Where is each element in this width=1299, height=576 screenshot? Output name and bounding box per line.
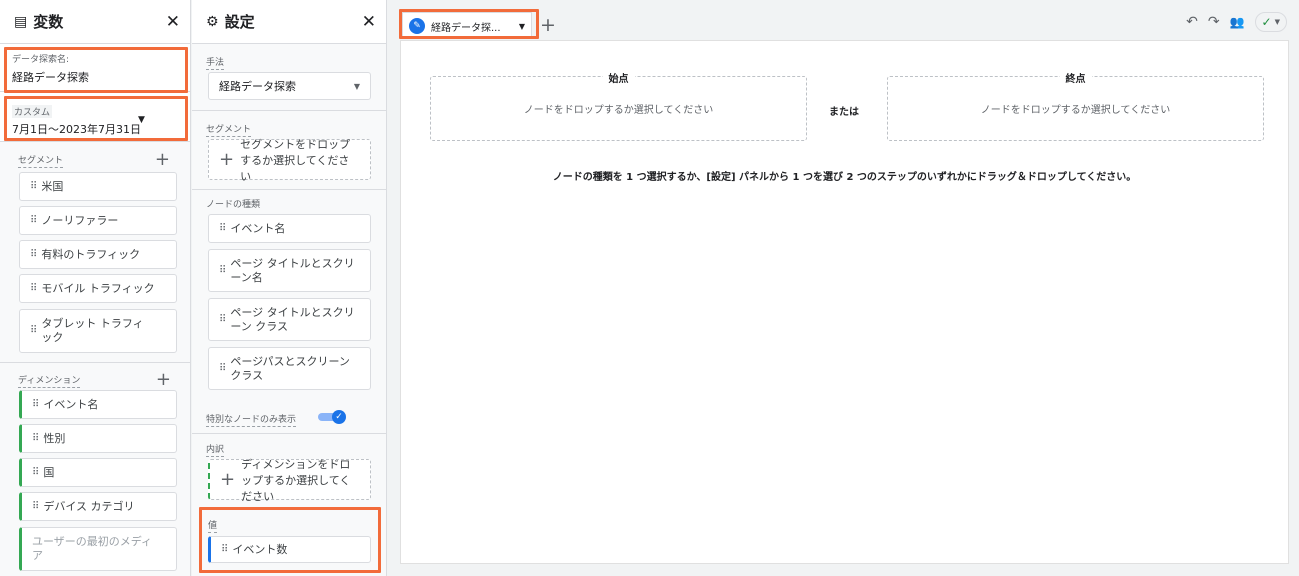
or-label: または xyxy=(829,107,859,118)
divider xyxy=(192,189,386,190)
drag-handle-icon[interactable]: ⠿ xyxy=(30,180,37,194)
redo-icon[interactable]: ↷ xyxy=(1208,14,1220,30)
check-icon: ✓ xyxy=(332,410,346,424)
value-item[interactable]: ⠿ イベント数 xyxy=(208,536,371,563)
exploration-canvas: 始点 ノードをドロップするか選択してください または 終点 ノードをドロップする… xyxy=(400,40,1289,564)
drag-handle-icon[interactable]: ⠿ xyxy=(30,282,37,296)
chevron-down-icon: ▼ xyxy=(353,81,360,91)
drag-handle-icon[interactable]: ⠿ xyxy=(32,466,39,480)
drag-handle-icon[interactable]: ⠿ xyxy=(32,432,39,446)
dimension-item[interactable]: ユーザーの最初のメディア xyxy=(19,527,177,571)
drag-handle-icon[interactable]: ⠿ xyxy=(219,362,226,376)
segment-item[interactable]: ⠿ タブレット トラフィック xyxy=(19,309,177,353)
divider xyxy=(192,433,386,434)
technique-select[interactable]: 経路データ探索 ▼ xyxy=(208,72,371,100)
toolbar: ↶ ↷ 👥 ✓ ▼ xyxy=(1186,12,1287,32)
drag-handle-icon[interactable]: ⠿ xyxy=(32,398,39,412)
segment-item[interactable]: ⠿ 米国 xyxy=(19,172,177,201)
segment-item[interactable]: ⠿ モバイル トラフィック xyxy=(19,274,177,303)
segment-item[interactable]: ⠿ 有料のトラフィック xyxy=(19,240,177,269)
segment-item[interactable]: ⠿ ノーリファラー xyxy=(19,206,177,235)
end-node-drop-zone[interactable]: 終点 ノードをドロップするか選択してください xyxy=(887,70,1264,141)
divider xyxy=(192,110,386,111)
dimensions-section-header: ディメンション + xyxy=(18,369,171,390)
undo-icon[interactable]: ↶ xyxy=(1186,14,1198,30)
node-type-item[interactable]: ⠿ ページパスとスクリーン クラス xyxy=(208,347,371,390)
settings-header: ⚙ 設定 ✕ xyxy=(192,0,386,44)
share-icon[interactable]: 👥 xyxy=(1230,15,1245,29)
drag-handle-icon[interactable]: ⠿ xyxy=(219,264,226,278)
settings-title: ⚙ 設定 xyxy=(206,13,255,31)
drag-handle-icon[interactable]: ⠿ xyxy=(219,222,226,236)
node-type-item[interactable]: ⠿ ページ タイトルとスクリーン クラス xyxy=(208,298,371,341)
instruction-text: ノードの種類を 1 つ選択するか、[設定] パネルから 1 つを選び 2 つのス… xyxy=(552,172,1137,183)
segment-drop-zone[interactable]: + セグメントをドロップするか選択してください xyxy=(208,138,371,183)
chevron-down-icon: ▼ xyxy=(1274,18,1280,26)
close-icon[interactable]: ✕ xyxy=(166,12,180,32)
tab-exploration[interactable]: ✎ 経路データ探... ▼ xyxy=(402,12,532,39)
node-type-item[interactable]: ⠿ ページ タイトルとスクリーン名 xyxy=(208,249,371,292)
gear-icon: ⚙ xyxy=(206,13,219,30)
dimension-item[interactable]: ⠿ イベント名 xyxy=(19,390,177,419)
add-dimension-button[interactable]: + xyxy=(156,371,171,389)
variables-icon: ▤ xyxy=(14,13,28,30)
drag-handle-icon[interactable]: ⠿ xyxy=(221,543,228,557)
chevron-down-icon[interactable]: ▼ xyxy=(519,22,525,31)
drag-handle-icon[interactable]: ⠿ xyxy=(30,248,37,262)
status-check-button[interactable]: ✓ ▼ xyxy=(1254,12,1287,32)
drag-handle-icon[interactable]: ⠿ xyxy=(30,324,37,338)
plus-icon: + xyxy=(220,469,236,490)
drag-handle-icon[interactable]: ⠿ xyxy=(30,214,37,228)
dimension-item[interactable]: ⠿ デバイス カテゴリ xyxy=(19,492,177,521)
dimension-item[interactable]: ⠿ 国 xyxy=(19,458,177,487)
plus-icon: + xyxy=(219,149,235,170)
variables-header: ▤ 変数 ✕ xyxy=(0,0,190,44)
drag-handle-icon[interactable]: ⠿ xyxy=(219,313,226,327)
settings-panel: ⚙ 設定 ✕ 手法 経路データ探索 ▼ セグメント + セグメントをドロップする… xyxy=(192,0,387,576)
app-root: ▤ 変数 ✕ データ探索名: 経路データ探索 カスタム 7月1日～2023年7月… xyxy=(0,0,1299,576)
start-node-drop-zone[interactable]: 始点 ノードをドロップするか選択してください xyxy=(430,70,807,141)
check-circle-icon: ✓ xyxy=(1261,15,1272,29)
add-tab-button[interactable]: + xyxy=(540,14,556,36)
drag-handle-icon[interactable]: ⠿ xyxy=(32,500,39,514)
exploration-name-field[interactable]: データ探索名: 経路データ探索 xyxy=(0,44,190,92)
exploration-name-value: 経路データ探索 xyxy=(12,71,89,84)
unique-nodes-toggle[interactable]: ✓ xyxy=(318,410,346,424)
dimension-item[interactable]: ⠿ 性別 xyxy=(19,424,177,453)
tab-bar: ✎ 経路データ探... ▼ + ↶ ↷ 👥 ✓ ▼ xyxy=(392,0,1299,40)
date-range-selector[interactable]: カスタム 7月1日～2023年7月31日 ▼ xyxy=(0,92,190,142)
pencil-icon[interactable]: ✎ xyxy=(409,18,425,34)
variables-panel: ▤ 変数 ✕ データ探索名: 経路データ探索 カスタム 7月1日～2023年7月… xyxy=(0,0,191,576)
close-icon[interactable]: ✕ xyxy=(362,12,376,32)
segments-section-header: セグメント + xyxy=(18,149,170,170)
breakdown-drop-zone[interactable]: + ディメンションをドロップするか選択してください xyxy=(208,458,371,503)
chevron-down-icon: ▼ xyxy=(138,115,145,125)
divider xyxy=(0,362,190,363)
variables-title: ▤ 変数 xyxy=(14,13,64,31)
add-segment-button[interactable]: + xyxy=(155,151,170,169)
node-type-item[interactable]: ⠿ イベント名 xyxy=(208,214,371,243)
